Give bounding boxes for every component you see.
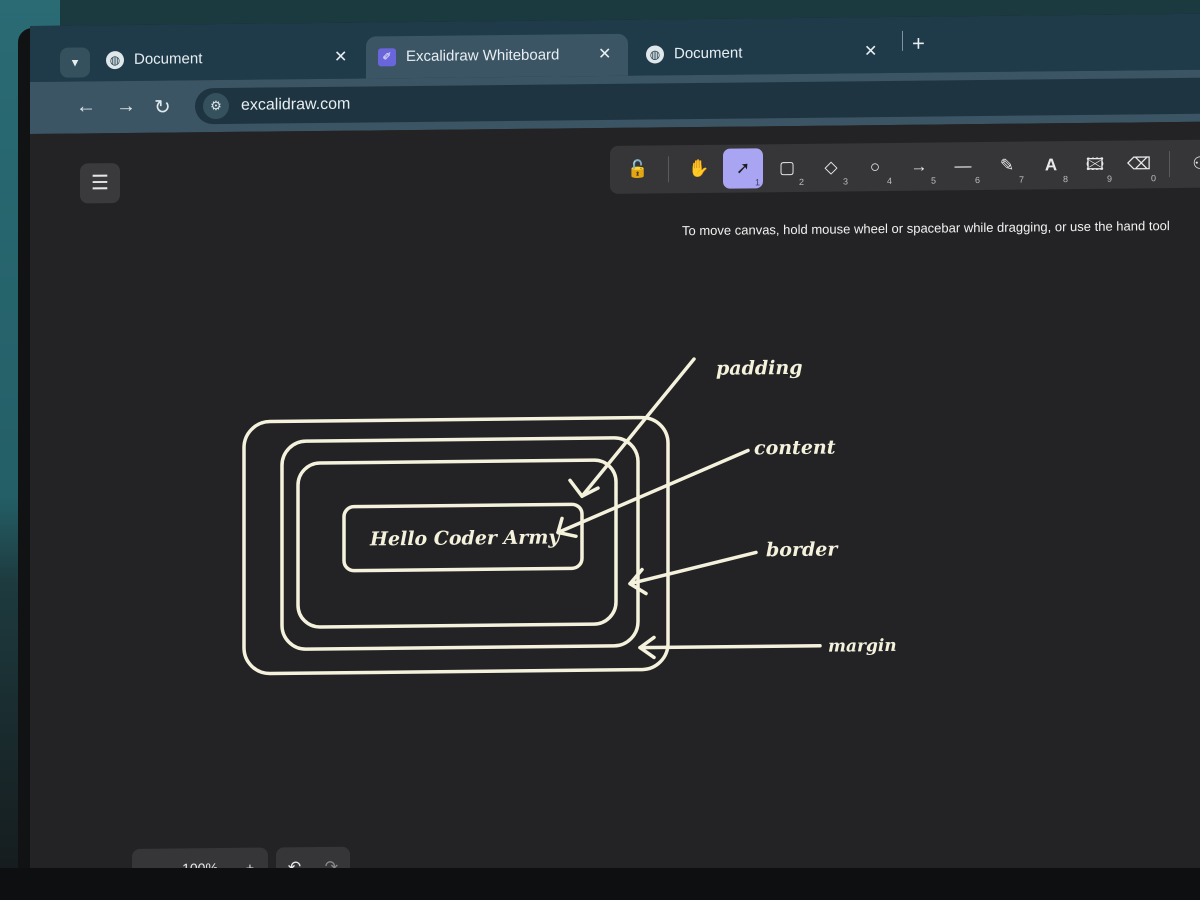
shape-toolbar: 🔓 ✋ ➚ 1 ▢ 2 ◇ 3 ○ 4 → 5 —6 ✎ 7 A8 🖾 9 ⌫ 0 ⚇ <box>610 139 1200 194</box>
shapes-icon: ⚇ <box>1192 153 1200 173</box>
tab-title: Document <box>674 44 743 63</box>
label-content: content <box>754 437 836 460</box>
content-text: Hello Coder Army <box>369 526 561 550</box>
tool-text[interactable]: A8 <box>1031 145 1071 185</box>
hand-icon: ✋ <box>688 158 710 179</box>
tab-title: Document <box>134 50 203 68</box>
shortcut-key: 5 <box>930 175 936 186</box>
label-padding: padding <box>716 357 802 380</box>
excalidraw-icon: ✐ <box>378 48 396 67</box>
new-tab-button[interactable]: + <box>912 31 925 57</box>
line-icon: — <box>954 156 972 176</box>
tool-more-shapes[interactable]: ⚇ <box>1180 144 1200 184</box>
tool-hand[interactable]: ✋ <box>679 149 719 189</box>
border-arrow <box>628 550 758 586</box>
diamond-icon: ◇ <box>824 157 838 177</box>
forward-arrow-icon[interactable]: → <box>116 95 136 118</box>
lock-icon: 🔓 <box>627 159 649 179</box>
shortcut-key: 0 <box>1150 173 1156 184</box>
shortcut-key: 4 <box>886 175 892 187</box>
margin-arrow <box>638 643 822 650</box>
shortcut-key: 2 <box>798 176 804 187</box>
shortcut-key: 8 <box>1062 174 1068 185</box>
tool-diamond[interactable]: ◇ 3 <box>811 147 851 187</box>
shortcut-key: 7 <box>1018 174 1024 185</box>
tool-lock[interactable]: 🔓 <box>618 149 658 189</box>
url-text: excalidraw.com <box>241 95 351 114</box>
shortcut-key: 3 <box>842 176 848 187</box>
tab-document-2[interactable]: ◍ Document ✕ <box>634 31 894 76</box>
chevron-down-icon: ▾ <box>71 54 79 70</box>
globe-icon: ◍ <box>646 45 664 64</box>
close-icon[interactable]: ✕ <box>864 31 877 73</box>
eraser-icon: ⌫ <box>1126 154 1152 174</box>
tool-image[interactable]: 🖾 9 <box>1075 145 1115 185</box>
pointer-icon: ➚ <box>735 158 751 178</box>
diagram-drawing: Hello Coder Army padding content border … <box>242 357 897 676</box>
toolbar-divider <box>1169 151 1170 178</box>
main-menu-button[interactable]: ☰ <box>80 163 120 204</box>
site-settings-icon[interactable]: ⚙ <box>203 92 229 120</box>
tool-ellipse[interactable]: ○ 4 <box>855 147 895 187</box>
tool-line[interactable]: —6 <box>943 146 983 186</box>
tool-rectangle[interactable]: ▢ 2 <box>767 148 807 188</box>
shortcut-key: 6 <box>974 175 980 186</box>
tool-draw[interactable]: ✎ 7 <box>987 146 1027 186</box>
tab-document-1[interactable]: ◍ Document ✕ <box>94 37 354 82</box>
back-arrow-icon[interactable]: ← <box>76 95 96 118</box>
tool-arrow[interactable]: → 5 <box>899 146 939 186</box>
toolbar-divider <box>668 156 669 183</box>
monitor-screen: ▾ ◍ Document ✕ ✐ Excalidraw Whiteboard ✕… <box>30 13 1200 900</box>
shortcut-key: 1 <box>754 177 760 188</box>
tab-divider <box>902 30 903 51</box>
tab-title: Excalidraw Whiteboard <box>406 46 560 66</box>
close-icon[interactable]: ✕ <box>334 37 347 79</box>
tab-excalidraw[interactable]: ✐ Excalidraw Whiteboard ✕ <box>366 33 628 79</box>
close-icon[interactable]: ✕ <box>598 34 611 76</box>
label-border: border <box>766 539 839 562</box>
excalidraw-canvas[interactable]: Hello Coder Army padding content border … <box>30 121 1200 900</box>
globe-icon: ◍ <box>106 51 124 70</box>
tool-selection[interactable]: ➚ 1 <box>723 148 763 189</box>
shortcut-key: 9 <box>1106 173 1112 184</box>
address-bar[interactable]: ⚙ excalidraw.com <box>195 76 1200 125</box>
tab-search-button[interactable]: ▾ <box>60 47 90 78</box>
rectangle-icon: ▢ <box>778 157 796 178</box>
hamburger-icon: ☰ <box>91 172 109 195</box>
reload-icon[interactable]: ↻ <box>154 95 171 120</box>
label-margin: margin <box>828 636 897 657</box>
pencil-icon: ✎ <box>999 155 1015 175</box>
tool-eraser[interactable]: ⌫ 0 <box>1119 144 1159 184</box>
arrow-icon: → <box>910 156 928 176</box>
text-icon: A <box>1044 155 1058 175</box>
monitor-bottom-edge <box>0 868 1200 900</box>
image-icon: 🖾 <box>1085 154 1105 174</box>
ellipse-icon: ○ <box>869 157 881 177</box>
